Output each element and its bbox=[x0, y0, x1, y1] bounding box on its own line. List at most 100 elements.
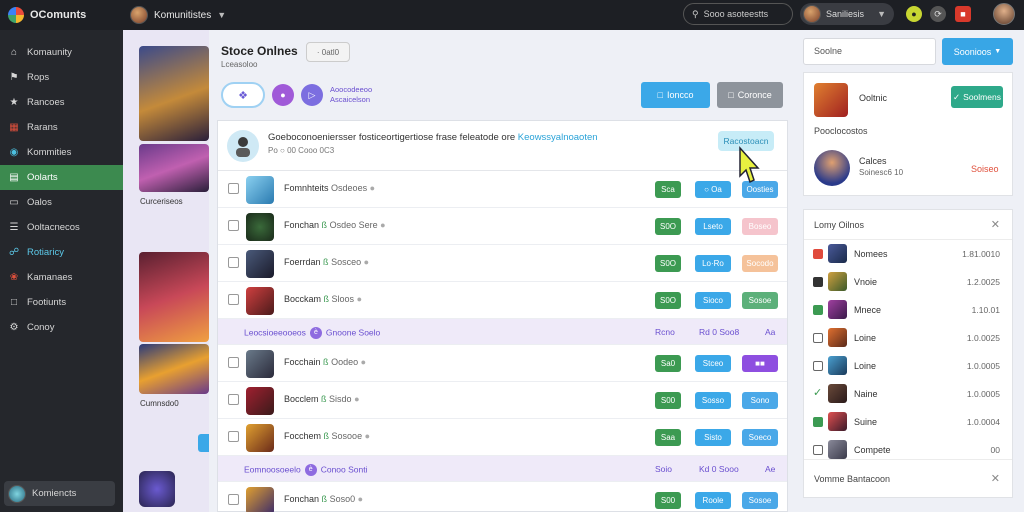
clock-icon[interactable]: ⟳ bbox=[930, 6, 946, 22]
item-marker bbox=[813, 277, 823, 287]
online-list-item[interactable]: Mnece 1.10.01 bbox=[804, 296, 1012, 324]
table-row[interactable]: Focchem ß Sosooe ● Saa Sisto Soeco bbox=[218, 419, 787, 456]
top-search-label: Sooo asoteestts bbox=[703, 9, 769, 19]
online-list-item[interactable]: Suine 1.0.0004 bbox=[804, 408, 1012, 436]
action-pill[interactable]: Socodo bbox=[742, 255, 778, 272]
role-pill[interactable]: Sosso bbox=[695, 392, 731, 409]
row-checkbox[interactable] bbox=[228, 357, 239, 368]
status-pill[interactable]: Saa bbox=[655, 429, 681, 446]
sidebar-item-footiunts[interactable]: □ Footiunts bbox=[0, 290, 123, 315]
sidebar-item-komaunity[interactable]: ⌂ Komaunity bbox=[0, 40, 123, 65]
user-menu[interactable]: Saniliesis ▼ bbox=[800, 3, 894, 25]
check-icon: ✓ bbox=[813, 387, 823, 399]
role-pill[interactable]: ○ Oa bbox=[695, 181, 731, 198]
item-checkbox[interactable] bbox=[813, 333, 823, 343]
game-art-thumbnail[interactable] bbox=[139, 46, 209, 141]
discord-chip[interactable]: ❖ bbox=[221, 82, 265, 108]
sidebar-item-rancoes[interactable]: ★ Rancoes bbox=[0, 90, 123, 115]
status-pill[interactable]: S0O bbox=[655, 292, 681, 309]
row-checkbox[interactable] bbox=[228, 220, 239, 231]
table-section-row[interactable]: Leocsioeeooeos è Gnoone Soelo Rcno Rd 0 Soo8… bbox=[218, 319, 787, 345]
role-pill[interactable]: Lseto bbox=[695, 218, 731, 235]
sidebar-item-rarans[interactable]: ▦ Rarans bbox=[0, 115, 123, 140]
scroll-tab[interactable] bbox=[198, 434, 209, 452]
sidebar-item-oalos[interactable]: ▭ Oalos bbox=[0, 190, 123, 215]
status-icon[interactable]: ● bbox=[906, 6, 922, 22]
game-art-thumbnail[interactable] bbox=[139, 252, 209, 342]
notification-icon[interactable]: ■ bbox=[955, 6, 971, 22]
profile-avatar[interactable] bbox=[993, 3, 1015, 25]
sidebar-item-label: Kamanaes bbox=[27, 272, 73, 283]
item-checkbox[interactable] bbox=[813, 361, 823, 371]
twitch-chip[interactable]: ● bbox=[272, 84, 294, 106]
action-pill[interactable]: Sosoe bbox=[742, 292, 778, 309]
sidebar-item-oolarts[interactable]: ▤ Oolarts bbox=[0, 165, 123, 190]
online-list-footer-label[interactable]: Vomme Bantacoon bbox=[814, 474, 890, 484]
table-row[interactable]: Fomnhteits Osdeoes ● Sca ○ Oa Oosties bbox=[218, 171, 787, 208]
table-row[interactable]: Focchain ß Oodeo ● Sa0 Stceo ■■ bbox=[218, 345, 787, 382]
game-art-thumbnail[interactable] bbox=[139, 344, 209, 394]
profile-action-link[interactable]: Soiseo bbox=[971, 164, 999, 174]
close-icon[interactable]: ✕ bbox=[991, 218, 1000, 231]
community-switcher[interactable]: Komunitistes ▼ bbox=[130, 6, 226, 24]
status-pill[interactable]: S00 bbox=[655, 392, 681, 409]
role-pill[interactable]: Sioco bbox=[695, 292, 731, 309]
table-section-row[interactable]: Eomnoosoeelo è Conoo Sonti Soio Kd 0 Sooo Ae bbox=[218, 456, 787, 482]
right-search-input[interactable]: Soolne bbox=[803, 38, 936, 65]
action-pill[interactable]: ■■ bbox=[742, 355, 778, 372]
brand-logo[interactable]: OComunts bbox=[0, 7, 124, 23]
action-pill[interactable]: Sono bbox=[742, 392, 778, 409]
item-marker bbox=[813, 249, 823, 259]
stream-chip[interactable]: ▷ bbox=[301, 84, 323, 106]
action-pill[interactable]: Soeco bbox=[742, 429, 778, 446]
row-checkbox[interactable] bbox=[228, 183, 239, 194]
sidebar-item-conoy[interactable]: ⚙ Conoy bbox=[0, 315, 123, 340]
title-action-button[interactable]: · 0atl0 bbox=[306, 42, 350, 62]
table-row[interactable]: Foerrdan ß Sosceo ● S0O Lo·Ro Socodo bbox=[218, 245, 787, 282]
role-pill[interactable]: Sisto bbox=[695, 429, 731, 446]
sidebar-item-ooltacnecos[interactable]: ☰ Ooltacnecos bbox=[0, 215, 123, 240]
action-pill[interactable]: Boseo bbox=[742, 218, 778, 235]
row-checkbox[interactable] bbox=[228, 294, 239, 305]
row-checkbox[interactable] bbox=[228, 257, 239, 268]
sidebar-item-kommities[interactable]: ◉ Kommities bbox=[0, 140, 123, 165]
online-list-item[interactable]: ✓ Naine 1.0.0005 bbox=[804, 380, 1012, 408]
secondary-action-button[interactable]: □ Coronce bbox=[717, 82, 783, 108]
item-name: Loine bbox=[854, 361, 877, 371]
sidebar-item-rops[interactable]: ⚑ Rops bbox=[0, 65, 123, 90]
table-row[interactable]: Fonchan ß Osdeo Sere ● S0O Lseto Boseo bbox=[218, 208, 787, 245]
table-row[interactable]: Bocclem ß Sisdo ● S00 Sosso Sono bbox=[218, 382, 787, 419]
game-art-thumbnail[interactable] bbox=[139, 144, 209, 192]
online-list-item[interactable]: Loine 1.0.0025 bbox=[804, 324, 1012, 352]
row-checkbox[interactable] bbox=[228, 394, 239, 405]
close-icon[interactable]: ✕ bbox=[991, 472, 1000, 485]
right-search-button[interactable]: Soonioos ▼ bbox=[942, 38, 1013, 65]
sidebar-footer-profile[interactable]: Komiencts bbox=[4, 481, 115, 506]
sidebar-item-rotiaricy[interactable]: ☍ Rotiaricy bbox=[0, 240, 123, 265]
online-list-item[interactable]: Loine 1.0.0005 bbox=[804, 352, 1012, 380]
action-pill[interactable]: Sosoe bbox=[742, 492, 778, 509]
status-pill[interactable]: S00 bbox=[655, 492, 681, 509]
role-pill[interactable]: Stceo bbox=[695, 355, 731, 372]
row-checkbox[interactable] bbox=[228, 431, 239, 442]
header-highlight-link[interactable]: Keowssyalnoaoten bbox=[518, 132, 598, 143]
item-checkbox[interactable] bbox=[813, 445, 823, 455]
primary-action-button[interactable]: □ Ioncco bbox=[641, 82, 710, 108]
table-row[interactable]: Bocckam ß Sloos ● S0O Sioco Sosoe bbox=[218, 282, 787, 319]
top-search-input[interactable]: ⚲ Sooo asoteestts bbox=[683, 3, 793, 25]
game-art-thumbnail[interactable] bbox=[139, 471, 175, 507]
status-pill[interactable]: S0O bbox=[655, 255, 681, 272]
online-list-item[interactable]: Nomees 1.81.0010 bbox=[804, 240, 1012, 268]
table-row[interactable]: Fonchan ß Soso0 ● S00 Roole Sosoe bbox=[218, 482, 787, 512]
sidebar-item-kamanaes[interactable]: ❀ Kamanaes bbox=[0, 265, 123, 290]
role-pill[interactable]: Lo·Ro bbox=[695, 255, 731, 272]
role-pill[interactable]: Roole bbox=[695, 492, 731, 509]
status-pill[interactable]: S0O bbox=[655, 218, 681, 235]
row-checkbox[interactable] bbox=[228, 494, 239, 505]
item-value: 1.0.0005 bbox=[966, 361, 1000, 371]
online-list-item[interactable]: Vnoie 1.2.0025 bbox=[804, 268, 1012, 296]
status-pill[interactable]: Sca bbox=[655, 181, 681, 198]
status-pill[interactable]: Sa0 bbox=[655, 355, 681, 372]
card-action-button[interactable]: ✓ Soolmens bbox=[951, 86, 1003, 108]
profile-avatar[interactable] bbox=[814, 150, 850, 186]
